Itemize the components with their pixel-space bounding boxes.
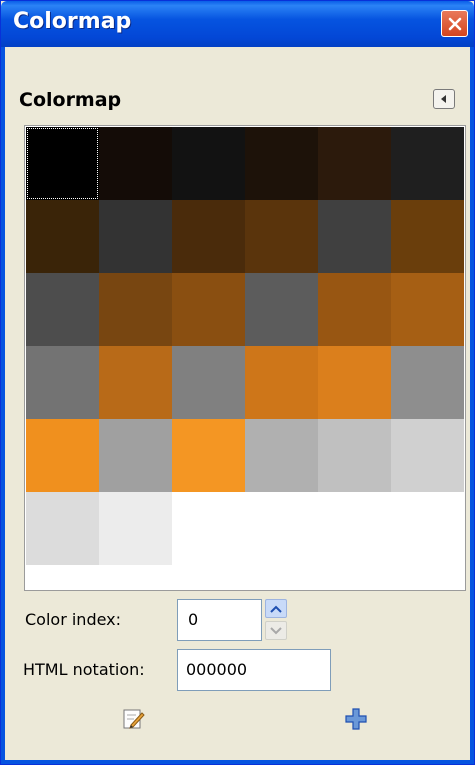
plus-add-icon bbox=[345, 708, 367, 730]
colormap-palette[interactable] bbox=[24, 125, 466, 591]
spin-down-button[interactable] bbox=[265, 621, 287, 640]
color-swatch-12[interactable] bbox=[26, 273, 99, 346]
color-swatch-31[interactable] bbox=[99, 492, 172, 565]
color-swatch-24[interactable] bbox=[26, 419, 99, 492]
color-swatch-21[interactable] bbox=[245, 346, 318, 419]
close-button[interactable] bbox=[441, 10, 468, 37]
color-swatch-14[interactable] bbox=[172, 273, 245, 346]
color-swatch-11[interactable] bbox=[391, 200, 464, 273]
spin-up-button[interactable] bbox=[265, 599, 287, 618]
color-swatch-3[interactable] bbox=[245, 127, 318, 200]
color-swatch-28[interactable] bbox=[318, 419, 391, 492]
color-swatch-13[interactable] bbox=[99, 273, 172, 346]
close-icon bbox=[448, 17, 461, 30]
color-swatch-27[interactable] bbox=[245, 419, 318, 492]
color-swatch-22[interactable] bbox=[318, 346, 391, 419]
color-swatch-15[interactable] bbox=[245, 273, 318, 346]
color-swatch-29[interactable] bbox=[391, 419, 464, 492]
window-frame-right bbox=[470, 47, 474, 764]
color-swatch-16[interactable] bbox=[318, 273, 391, 346]
color-swatch-9[interactable] bbox=[245, 200, 318, 273]
color-swatch-20[interactable] bbox=[172, 346, 245, 419]
color-swatch-8[interactable] bbox=[172, 200, 245, 273]
color-swatch-19[interactable] bbox=[99, 346, 172, 419]
color-swatch-2[interactable] bbox=[172, 127, 245, 200]
add-color-button[interactable] bbox=[341, 705, 371, 733]
color-swatch-23[interactable] bbox=[391, 346, 464, 419]
swatch-grid bbox=[26, 127, 464, 565]
pencil-edit-icon bbox=[123, 709, 145, 729]
color-swatch-26[interactable] bbox=[172, 419, 245, 492]
title-bar[interactable]: Colormap bbox=[1, 1, 474, 47]
color-swatch-7[interactable] bbox=[99, 200, 172, 273]
window-frame-left bbox=[1, 47, 5, 764]
panel-menu-button[interactable] bbox=[433, 89, 455, 109]
color-swatch-1[interactable] bbox=[99, 127, 172, 200]
window-title: Colormap bbox=[13, 9, 132, 34]
color-swatch-17[interactable] bbox=[391, 273, 464, 346]
color-swatch-30[interactable] bbox=[26, 492, 99, 565]
color-index-input[interactable]: 0 bbox=[177, 599, 262, 641]
color-swatch-5[interactable] bbox=[391, 127, 464, 200]
chevron-down-icon bbox=[270, 626, 282, 634]
color-swatch-25[interactable] bbox=[99, 419, 172, 492]
color-swatch-6[interactable] bbox=[26, 200, 99, 273]
color-swatch-4[interactable] bbox=[318, 127, 391, 200]
chevron-up-icon bbox=[270, 605, 282, 613]
color-index-label: Color index: bbox=[25, 610, 122, 629]
html-notation-label: HTML notation: bbox=[23, 660, 145, 679]
colormap-window: Colormap Colormap Color index: 0 HTML no… bbox=[0, 0, 475, 765]
html-notation-input[interactable]: 000000 bbox=[177, 649, 331, 691]
window-frame-bottom bbox=[1, 760, 474, 764]
panel-title: Colormap bbox=[19, 89, 122, 111]
edit-color-button[interactable] bbox=[119, 705, 149, 733]
color-swatch-10[interactable] bbox=[318, 200, 391, 273]
color-swatch-18[interactable] bbox=[26, 346, 99, 419]
color-swatch-0[interactable] bbox=[26, 127, 99, 200]
triangle-left-icon bbox=[441, 95, 446, 103]
